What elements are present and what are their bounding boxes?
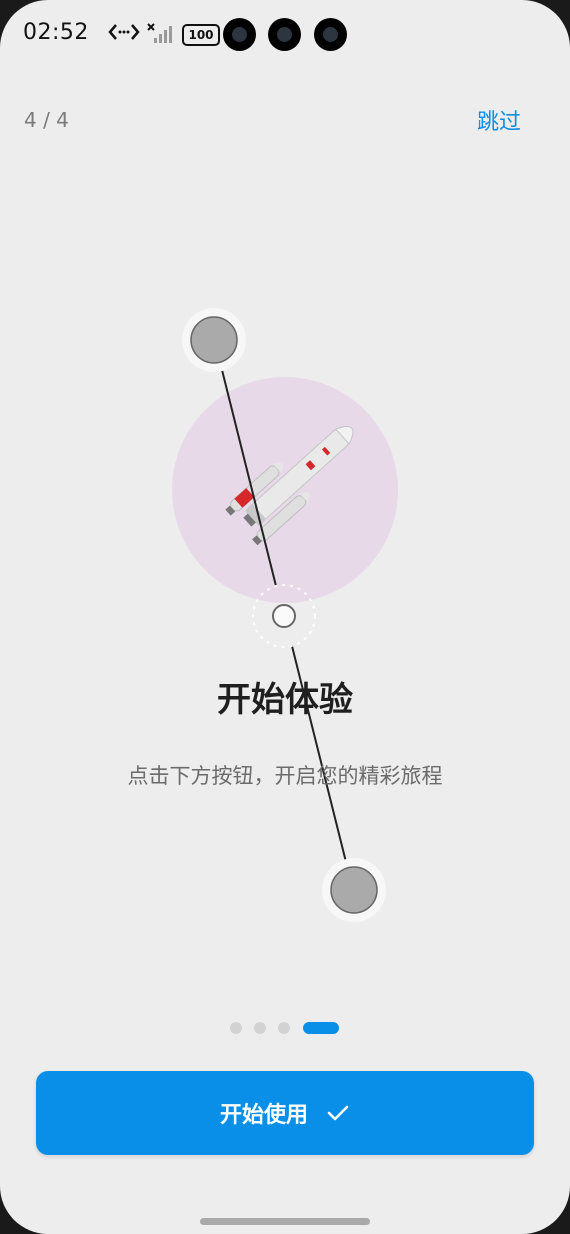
drag-gesture-overlay — [182, 308, 386, 922]
checkmark-icon — [327, 1105, 349, 1121]
page-subtitle: 点击下方按钮，开启您的精彩旅程 — [127, 764, 443, 788]
start-using-button[interactable]: 开始使用 — [36, 1071, 534, 1155]
page-title: 开始体验 — [217, 680, 353, 720]
pagination-dot-active[interactable] — [303, 1022, 339, 1034]
home-indicator[interactable] — [200, 1218, 370, 1225]
pagination-dot[interactable] — [278, 1022, 290, 1034]
pagination-dot[interactable] — [254, 1022, 266, 1034]
pagination-dot[interactable] — [230, 1022, 242, 1034]
start-using-label: 开始使用 — [219, 1103, 308, 1128]
phone-screen: 02:52 100 4 / 4 跳过 开始体验 点击下方按钮，开启您的精彩旅程 … — [0, 0, 570, 1234]
